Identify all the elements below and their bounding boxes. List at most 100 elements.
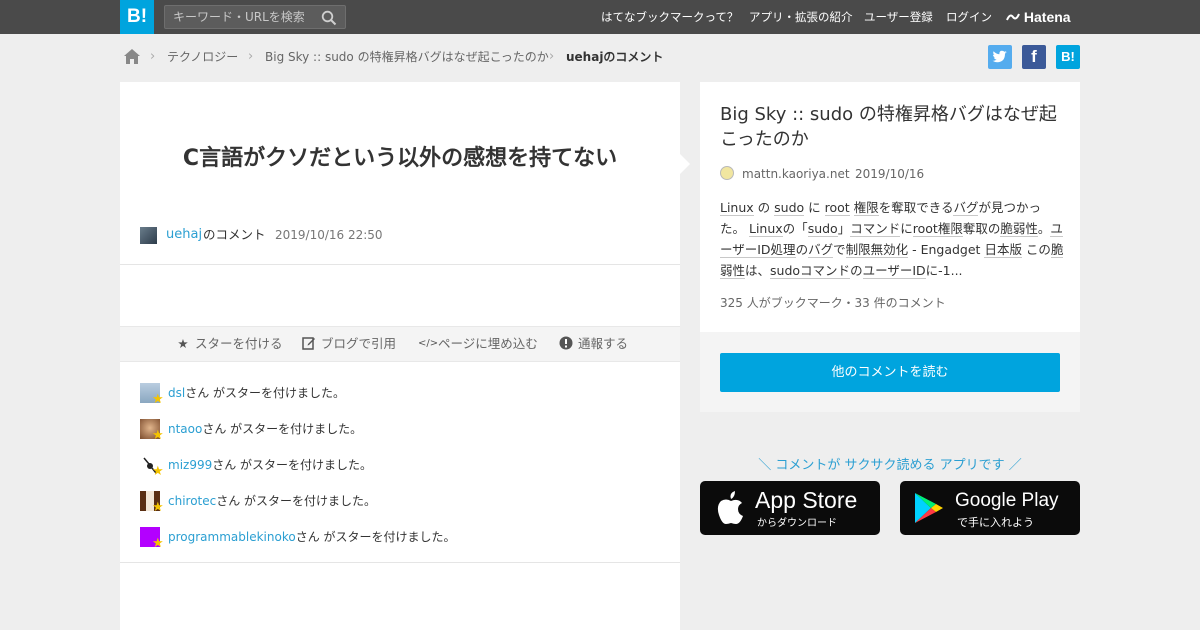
summary-text: の (850, 263, 863, 278)
comment-actions: ★ スターを付ける ブログで引用 </>ページに埋め込む 通報する (120, 326, 680, 362)
report-label: 通報する (578, 336, 629, 351)
chevron-right-icon: › (248, 49, 254, 64)
keyword-link[interactable]: Linux (720, 200, 754, 216)
star-icon: ★ (152, 428, 164, 443)
entry-site[interactable]: mattn.kaoriya.net (742, 166, 850, 182)
embed-button[interactable]: </>ページに埋め込む (418, 327, 538, 361)
keyword-link[interactable]: root権限 (912, 221, 963, 237)
star-message: さん がスターを付けました。 (185, 386, 346, 400)
avatar[interactable] (140, 227, 157, 244)
bookmark-counts[interactable]: 325 人がブックマーク・33 件のコメント (720, 294, 946, 311)
google-play-icon (915, 493, 943, 523)
search-input[interactable] (165, 6, 315, 28)
comment-card: C言語がクソだという以外の感想を持てない uehaj のコメント 2019/10… (120, 82, 680, 630)
keyword-link[interactable]: sudoコマンド (770, 263, 851, 279)
star-icon: ★ (177, 336, 189, 351)
read-comments-button[interactable]: 他のコメントを読む (720, 353, 1060, 392)
summary-text: この (1021, 242, 1051, 257)
breadcrumb-entry[interactable]: Big Sky :: sudo の特権昇格バグはなぜ起こったのか (265, 46, 549, 68)
summary-text: の (795, 242, 809, 257)
google-play-sub: で手に入れよう (957, 517, 1034, 529)
star-icon: ★ (152, 536, 164, 551)
keyword-link[interactable]: 脆弱性 (1000, 221, 1038, 237)
search-box[interactable] (164, 5, 346, 29)
app-store-label: App Store (755, 487, 858, 513)
divider (120, 562, 680, 563)
hatebu-share-button[interactable]: B! (1056, 45, 1080, 69)
site-favicon-icon (720, 166, 734, 180)
chevron-right-icon: › (549, 49, 555, 64)
summary-text: の (753, 200, 775, 215)
keyword-link[interactable]: 制限無効化 (845, 242, 909, 258)
app-store-button[interactable]: App Store からダウンロード (700, 481, 880, 535)
star-message: さん がスターを付けました。 (216, 494, 377, 508)
comment-timestamp[interactable]: 2019/10/16 22:50 (275, 226, 383, 244)
hatena-logo-text: Hatena (1023, 9, 1071, 25)
comment-user-link[interactable]: uehaj (166, 226, 202, 244)
home-icon[interactable] (123, 48, 141, 65)
facebook-icon: f (1031, 47, 1037, 66)
summary-text: - Engadget (908, 242, 985, 257)
nav-register[interactable]: ユーザー登録 (864, 0, 933, 34)
summary-text: 」 (837, 221, 851, 236)
facebook-share-button[interactable]: f (1022, 45, 1046, 69)
star-user-link[interactable]: miz999 (168, 458, 212, 472)
keyword-link[interactable]: バグ (808, 242, 834, 258)
comment-user-suffix: のコメント (203, 227, 266, 242)
keyword-link[interactable]: 権限 (853, 200, 879, 216)
star-message: さん がスターを付けました。 (202, 422, 363, 436)
keyword-link[interactable]: ユーザーID (862, 263, 926, 279)
top-bar: B! はてなブックマークって？ アプリ・拡張の紹介 ユーザー登録 ログイン Ha… (0, 0, 1200, 34)
twitter-share-button[interactable] (988, 45, 1012, 69)
report-button[interactable]: 通報する (558, 327, 628, 361)
summary-text: に (804, 200, 825, 215)
google-play-label: Google Play (955, 490, 1059, 511)
read-more-area: 他のコメントを読む (700, 332, 1080, 412)
edit-icon (301, 327, 317, 361)
twitter-icon (992, 50, 1007, 63)
summary-text: 。 (1037, 221, 1051, 236)
embed-label: ページに埋め込む (438, 336, 538, 351)
entry-card: Big Sky :: sudo の特権昇格バグはなぜ起こったのか mattn.k… (700, 82, 1080, 412)
code-icon: </> (418, 338, 439, 349)
search-icon[interactable] (321, 10, 337, 26)
card-pointer (680, 154, 690, 174)
star-icon: ★ (152, 392, 164, 407)
google-play-button[interactable]: Google Play で手に入れよう (900, 481, 1080, 535)
summary-text: に (900, 221, 913, 236)
entry-title[interactable]: Big Sky :: sudo の特権昇格バグはなぜ起こったのか (720, 102, 1065, 152)
summary-text: で (833, 242, 846, 257)
star-user-link[interactable]: chirotec (168, 494, 216, 508)
summary-text: に-1... (925, 263, 963, 278)
keyword-link[interactable]: root (824, 200, 850, 216)
keyword-link[interactable]: コマンド (850, 221, 901, 237)
summary-text: を奪取できる (878, 200, 954, 215)
hatebu-logo[interactable]: B! (120, 0, 154, 34)
keyword-link[interactable]: 日本版 (984, 242, 1022, 258)
star-user-link[interactable]: ntaoo (168, 422, 202, 436)
nav-apps[interactable]: アプリ・拡張の紹介 (749, 0, 853, 34)
hatena-logo[interactable]: Hatena (1006, 0, 1071, 34)
breadcrumb-category[interactable]: テクノロジー (167, 46, 238, 68)
keyword-link[interactable]: バグ (953, 200, 979, 216)
star-icon: ★ (152, 464, 164, 479)
add-star-button[interactable]: ★ スターを付ける (175, 327, 282, 361)
comment-text: C言語がクソだという以外の感想を持てない (182, 146, 618, 171)
star-user-link[interactable]: programmablekinoko (168, 530, 296, 544)
summary-text: 奪取の (962, 221, 1001, 236)
nav-login[interactable]: ログイン (946, 0, 992, 34)
summary-text: の「 (782, 221, 808, 236)
keyword-link[interactable]: sudo (807, 221, 838, 237)
chevron-right-icon: › (150, 49, 156, 64)
star-icon: ★ (152, 500, 164, 515)
entry-date: 2019/10/16 (855, 167, 925, 181)
divider (120, 264, 680, 265)
keyword-link[interactable]: Linux (748, 221, 783, 237)
blog-quote-label: ブログで引用 (321, 336, 397, 351)
star-user-link[interactable]: dsl (168, 386, 185, 400)
nav-about[interactable]: はてなブックマークって？ (601, 0, 738, 34)
alert-icon (558, 327, 574, 361)
blog-quote-button[interactable]: ブログで引用 (301, 327, 396, 361)
keyword-link[interactable]: sudo (774, 200, 805, 216)
apple-icon (717, 491, 743, 524)
